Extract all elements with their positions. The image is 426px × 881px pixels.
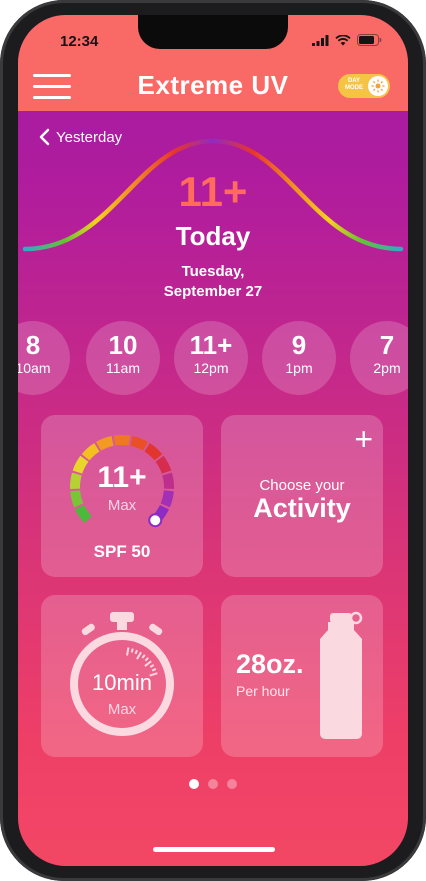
hour-time: 12pm: [193, 360, 229, 376]
gauge-segment: [113, 435, 131, 446]
hour-uv: 11+: [189, 330, 233, 360]
stopwatch-tick: [134, 649, 138, 655]
uv-gauge-max-label: Max: [107, 497, 137, 514]
app-header: Extreme UV DAY MODE: [18, 61, 408, 111]
water-card[interactable]: 28oz. Per hour: [221, 595, 383, 757]
hour-item[interactable]: 8 10am: [18, 321, 70, 395]
system-icons: [312, 34, 382, 46]
stopwatch-tick: [149, 664, 155, 668]
hour-item[interactable]: 9 1pm: [262, 321, 336, 395]
timer-value: 10min: [92, 670, 152, 695]
page-indicator: [18, 779, 408, 789]
uv-index-value: 11+: [178, 168, 248, 215]
water-rate: Per hour: [236, 683, 290, 699]
date-label: Tuesday, September 27: [18, 262, 408, 302]
hour-uv: 9: [291, 330, 307, 360]
home-indicator: [153, 847, 275, 852]
stopwatch-tick: [144, 660, 152, 667]
stopwatch-tick: [126, 647, 130, 656]
hour-time: 10am: [18, 360, 51, 376]
stopwatch-tick: [141, 654, 146, 659]
spf-label: SPF 50: [93, 542, 151, 561]
date-day: September 27: [163, 283, 263, 300]
hour-uv: 7: [379, 330, 395, 360]
sun-icon: [368, 76, 388, 96]
stopwatch-tick: [130, 648, 134, 653]
water-bottle-icon: [320, 611, 363, 739]
gauge-segment: [130, 436, 148, 451]
activity-title: Activity: [253, 493, 351, 523]
date-weekday: Tuesday,: [181, 263, 245, 280]
activity-card[interactable]: + Choose your Activity: [221, 415, 383, 577]
page-dot[interactable]: [208, 779, 218, 789]
timer-max-label: Max: [107, 701, 137, 718]
plus-icon[interactable]: +: [354, 423, 373, 455]
status-time: 12:34: [60, 33, 99, 50]
uv-gauge-card[interactable]: 11+ Max SPF 50: [41, 415, 203, 577]
gauge-knob: [148, 513, 163, 528]
toggle-label: DAY MODE: [345, 78, 363, 91]
gauge-segment: [81, 443, 100, 461]
notch: [138, 15, 288, 49]
timer-card[interactable]: 10min Max: [41, 595, 203, 757]
water-amount: 28oz.: [236, 649, 304, 679]
hour-item[interactable]: 11+ 12pm: [174, 321, 248, 395]
gauge-segment: [96, 436, 114, 451]
hour-item[interactable]: 10 11am: [86, 321, 160, 395]
stopwatch-tick: [136, 651, 142, 660]
wifi-icon: [335, 34, 351, 45]
day-label: Today: [175, 221, 251, 251]
hour-time: 11am: [106, 360, 140, 376]
status-bar: 12:34: [18, 15, 408, 61]
signal-icon: [312, 34, 329, 46]
page-dot[interactable]: [227, 779, 237, 789]
stopwatch-tick: [144, 657, 149, 662]
phone-frame: 12:34 Extreme UV DAY MODE Yesterday 11+ …: [0, 0, 426, 881]
day-mode-toggle[interactable]: DAY MODE: [338, 74, 390, 98]
gauge-segment: [144, 443, 163, 461]
hour-time: 1pm: [285, 360, 313, 376]
app-screen: 12:34 Extreme UV DAY MODE Yesterday 11+ …: [18, 15, 408, 866]
uv-gauge-value: 11+: [97, 461, 147, 494]
hour-uv: 10: [108, 330, 138, 360]
hour-item[interactable]: 7 2pm: [350, 321, 408, 395]
hour-time: 2pm: [373, 360, 401, 376]
hour-uv: 8: [25, 330, 41, 360]
hourly-forecast[interactable]: 8 10am 10 11am 11+ 12pm 9 1pm 7 2pm: [18, 321, 408, 397]
page-dot[interactable]: [189, 779, 199, 789]
battery-icon: [357, 34, 382, 46]
activity-prompt: Choose your: [259, 477, 345, 494]
